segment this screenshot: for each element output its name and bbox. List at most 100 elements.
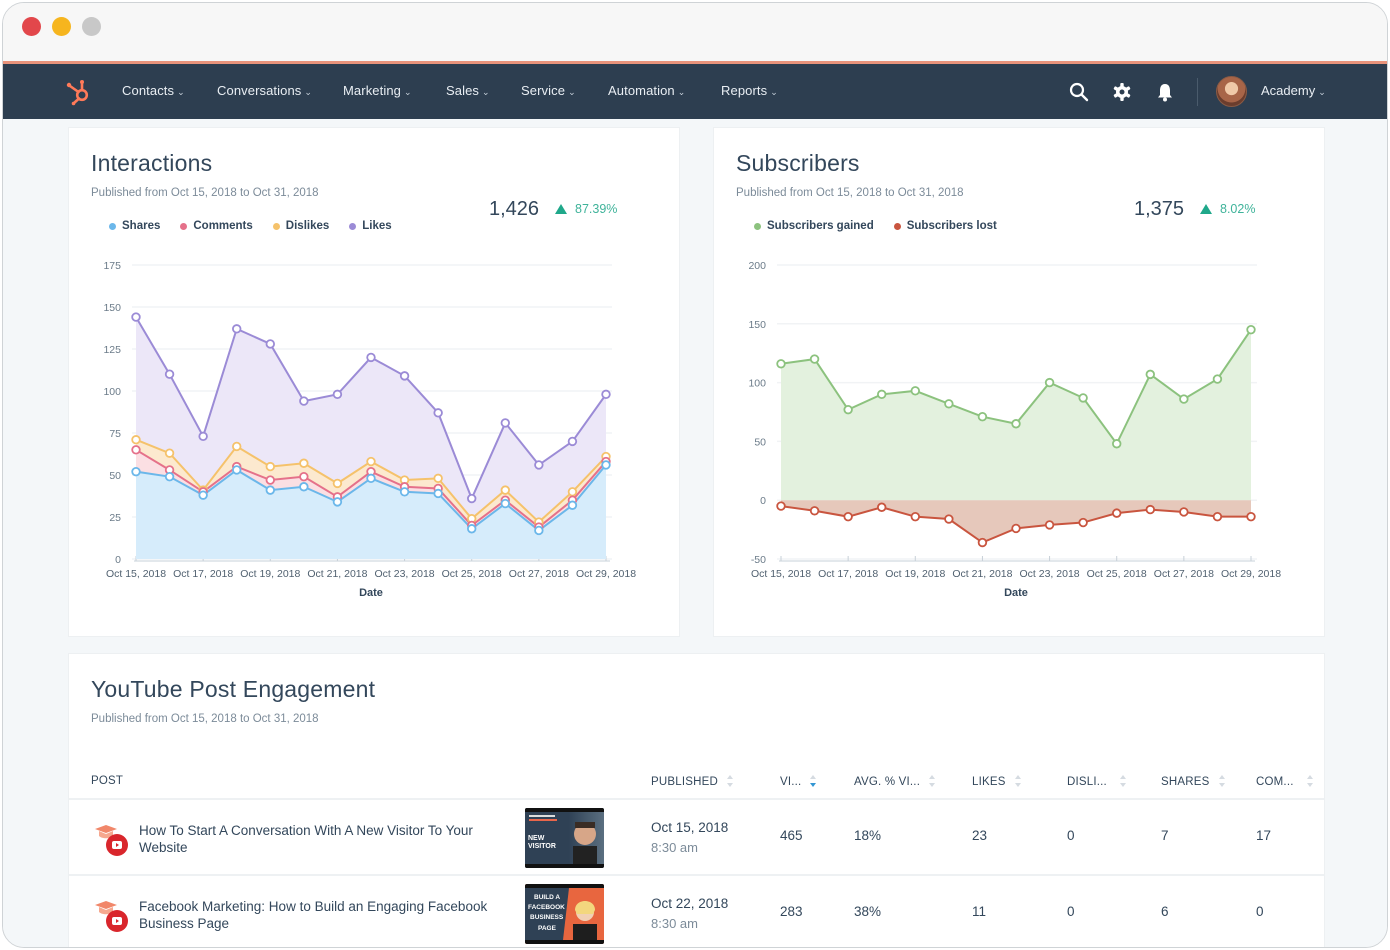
nav-conversations[interactable]: Conversations ⌄	[217, 83, 312, 98]
column-header-avg-viewed[interactable]: AVG. % VI...	[854, 775, 936, 788]
column-label: AVG. % VI...	[854, 776, 921, 788]
post-title-link[interactable]: How To Start A Conversation With A New V…	[139, 822, 509, 856]
data-point-subscribers-lost	[1145, 504, 1155, 515]
chevron-down-icon: ⌄	[177, 87, 185, 97]
data-point-shares	[265, 485, 275, 495]
data-point-subscribers-gained	[1145, 369, 1155, 380]
table-row[interactable]: How To Start A Conversation With A New V…	[69, 802, 1324, 876]
data-point-subscribers-lost	[1044, 520, 1055, 530]
close-window-button[interactable]	[22, 17, 41, 36]
data-point-likes	[332, 389, 343, 400]
data-point-subscribers-lost	[1112, 508, 1122, 518]
x-axis-title: Date	[359, 587, 383, 599]
nav-sales[interactable]: Sales ⌄	[446, 83, 490, 98]
user-avatar[interactable]	[1216, 76, 1247, 107]
data-point-likes	[198, 431, 208, 442]
column-header-shares[interactable]: SHARES	[1161, 775, 1225, 788]
data-point-shares	[332, 497, 343, 507]
interactions-card: Interactions Published from Oct 15, 2018…	[69, 128, 679, 636]
data-point-subscribers-gained	[1179, 394, 1189, 404]
subscribers-card: Subscribers Published from Oct 15, 2018 …	[714, 128, 1324, 636]
chevron-down-icon: ⌄	[1318, 87, 1326, 97]
nav-label: Service	[521, 83, 566, 98]
y-tick-label: 100	[103, 386, 121, 398]
data-point-subscribers-gained	[944, 399, 954, 409]
data-point-subscribers-lost	[944, 514, 954, 524]
y-tick-label: 150	[103, 302, 121, 314]
post-title-link[interactable]: Facebook Marketing: How to Build an Enga…	[139, 898, 509, 932]
data-point-subscribers-gained	[843, 404, 853, 415]
data-point-subscribers-lost	[1246, 511, 1256, 522]
data-point-dislikes	[232, 441, 242, 452]
x-tick-label: Oct 15, 2018	[106, 568, 166, 580]
x-tick-label: Oct 29, 2018	[1221, 568, 1281, 580]
data-point-subscribers-gained	[977, 412, 988, 422]
data-point-shares	[131, 466, 141, 477]
data-point-subscribers-lost	[977, 537, 988, 548]
data-point-likes	[366, 352, 376, 363]
account-menu[interactable]: Academy ⌄	[1261, 83, 1326, 98]
data-point-shares	[232, 465, 242, 475]
column-label: COM...	[1256, 776, 1294, 788]
data-point-dislikes	[567, 487, 578, 497]
notifications-bell-icon[interactable]	[1154, 81, 1176, 103]
column-header-published[interactable]: PUBLISHED	[651, 775, 733, 788]
nav-automation[interactable]: Automation ⌄	[608, 83, 685, 98]
thumbnail-image: NEW VISITOR	[525, 808, 604, 868]
x-tick-label: Oct 23, 2018	[1020, 568, 1080, 580]
y-tick-label: 150	[748, 319, 766, 331]
x-tick-label: Oct 25, 2018	[1087, 568, 1147, 580]
svg-text:PAGE: PAGE	[538, 925, 557, 932]
area-subscribers-lost	[781, 500, 1251, 543]
avg-viewed-value: 38%	[854, 904, 882, 919]
column-header-likes[interactable]: LIKES	[972, 775, 1021, 788]
chevron-down-icon: ⌄	[304, 87, 313, 97]
data-point-subscribers-lost	[776, 501, 786, 511]
data-point-likes	[164, 369, 175, 379]
sort-icon	[1014, 775, 1021, 787]
settings-gear-icon[interactable]	[1111, 81, 1133, 103]
data-point-dislikes	[332, 478, 343, 489]
search-icon[interactable]	[1068, 81, 1090, 103]
y-tick-label: -50	[751, 554, 766, 566]
nav-reports[interactable]: Reports ⌄	[721, 83, 778, 98]
column-header-views[interactable]: VI...	[780, 775, 817, 788]
data-point-likes	[433, 408, 443, 418]
nav-contacts[interactable]: Contacts ⌄	[122, 83, 185, 98]
nav-service[interactable]: Service ⌄	[521, 83, 576, 98]
views-value: 283	[780, 904, 803, 919]
comments-value: 0	[1256, 904, 1264, 919]
sort-icon	[929, 775, 936, 787]
data-point-likes	[534, 460, 544, 470]
data-point-dislikes	[366, 456, 376, 467]
published-time: 8:30 am	[651, 916, 698, 931]
avg-viewed-value: 18%	[854, 828, 882, 843]
data-point-likes	[131, 312, 141, 322]
data-point-subscribers-gained	[910, 386, 920, 396]
shares-value: 7	[1161, 828, 1169, 843]
video-thumbnail[interactable]: NEW VISITOR	[525, 808, 604, 868]
x-tick-label: Oct 15, 2018	[751, 568, 811, 580]
account-label: Academy	[1261, 83, 1316, 98]
video-thumbnail[interactable]: BUILD A FACEBOOK BUSINESS PAGE	[525, 884, 604, 944]
table-row[interactable]: Facebook Marketing: How to Build an Enga…	[69, 878, 1324, 947]
column-label: LIKES	[972, 776, 1006, 788]
column-header-comments[interactable]: COM...	[1256, 775, 1313, 788]
minimize-window-button[interactable]	[52, 17, 71, 36]
nav-marketing[interactable]: Marketing ⌄	[343, 83, 412, 98]
browser-window: Contacts ⌄ Conversations ⌄ Marketing ⌄ Sale…	[2, 2, 1388, 948]
nav-label: Automation	[608, 83, 675, 98]
data-point-dislikes	[299, 458, 309, 468]
column-label: SHARES	[1161, 776, 1210, 788]
data-point-subscribers-lost	[910, 511, 920, 522]
data-point-subscribers-gained	[1078, 393, 1088, 403]
maximize-window-button[interactable]	[82, 17, 101, 36]
column-header-dislikes[interactable]: DISLI...	[1067, 775, 1126, 788]
nav-label: Marketing	[343, 83, 401, 98]
nav-label: Reports	[721, 83, 768, 98]
y-tick-label: 25	[109, 512, 121, 524]
sort-icon	[1119, 775, 1126, 787]
hubspot-logo-icon[interactable]	[63, 76, 95, 108]
y-tick-label: 50	[754, 436, 766, 448]
x-tick-label: Oct 27, 2018	[509, 568, 569, 580]
